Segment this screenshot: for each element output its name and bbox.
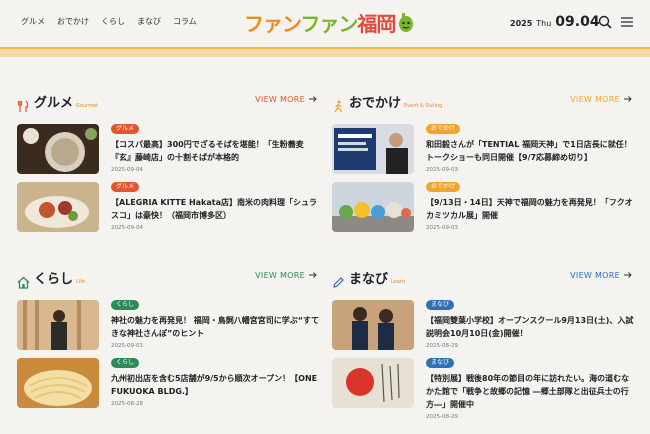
- category-badge[interactable]: くらし: [111, 358, 140, 368]
- nav-item-odekake[interactable]: おでかけ: [57, 16, 89, 27]
- article-card[interactable]: グルメ 【コスパ最高】300円でざるそばを堪能！「生粉蕎麦『玄』藤崎店」の十割そ…: [17, 124, 317, 176]
- section-header: くらし Life VIEW MORE: [17, 268, 317, 289]
- section-header: グルメ Gourmet VIEW MORE: [17, 92, 317, 112]
- article-title[interactable]: 【9/13日・14日】天神で福岡の魅力を再発見！「フクオカミツカル展」開催: [426, 196, 636, 222]
- article-card[interactable]: グルメ 【ALEGRIA KITTE Hakata店】南米の肉料理「シュラスコ」…: [17, 182, 317, 234]
- category-badge[interactable]: まなび: [426, 300, 455, 310]
- article-date: 2025-08-28: [111, 401, 143, 407]
- section-header: おでかけ Event & Outing VIEW MORE: [332, 92, 632, 113]
- view-more-label: VIEW MORE: [255, 95, 305, 104]
- category-badge[interactable]: くらし: [111, 300, 140, 310]
- article-thumbnail[interactable]: [17, 124, 99, 174]
- section-header: まなび Learn VIEW MORE: [332, 268, 632, 288]
- arrow-right-icon: [624, 271, 632, 280]
- article-card[interactable]: おでかけ 和田毅さんが「TENTIAL 福岡天神」で1日店長に就任！ トークショ…: [332, 124, 632, 176]
- walker-icon: [332, 98, 345, 113]
- section-kurashi: くらし Life VIEW MORE くらし 神社の魅力を再発見！ 福岡・鳥飼八…: [17, 268, 319, 418]
- section-title: くらし: [34, 272, 74, 287]
- article-title[interactable]: 【福岡雙葉小学校】オープンスクール9月13日(土)、入試説明会10月10日(金)…: [426, 314, 636, 340]
- nav-item-gourmet[interactable]: グルメ: [21, 16, 45, 27]
- view-more-link[interactable]: VIEW MORE: [255, 271, 317, 280]
- article-date: 2025-09-03: [426, 225, 458, 231]
- date-year: 2025: [510, 19, 533, 28]
- logo-text-part2: ファン: [300, 11, 358, 36]
- view-more-link[interactable]: VIEW MORE: [255, 95, 317, 104]
- article-date: 2025-09-03: [426, 167, 458, 173]
- article-title[interactable]: 【コスパ最高】300円でざるそばを堪能！「生粉蕎麦『玄』藤崎店」の十割そばが本格…: [111, 138, 321, 164]
- article-thumbnail[interactable]: [332, 182, 414, 232]
- fork-knife-icon: [17, 98, 30, 112]
- article-title[interactable]: 和田毅さんが「TENTIAL 福岡天神」で1日店長に就任！ トークショーも同日開…: [426, 138, 636, 164]
- article-thumbnail[interactable]: [332, 300, 414, 350]
- article-thumbnail[interactable]: [17, 300, 99, 350]
- category-badge[interactable]: グルメ: [111, 182, 140, 192]
- current-date: 2025 Thu 09.04: [510, 14, 600, 30]
- article-thumbnail[interactable]: [17, 358, 99, 408]
- search-icon[interactable]: [598, 14, 612, 29]
- nav-item-column[interactable]: コラム: [173, 16, 197, 27]
- view-more-label: VIEW MORE: [570, 271, 620, 280]
- mascot-icon: [397, 11, 415, 33]
- article-thumbnail[interactable]: [332, 358, 414, 408]
- article-title[interactable]: 神社の魅力を再発見！ 福岡・鳥飼八幡宮宮司に学ぶ“すてきな神社さんぽ”のヒント: [111, 314, 321, 340]
- section-subtitle: Learn: [391, 279, 405, 285]
- article-card[interactable]: おでかけ 【9/13日・14日】天神で福岡の魅力を再発見！「フクオカミツカル展」…: [332, 182, 633, 234]
- view-more-label: VIEW MORE: [570, 95, 620, 104]
- category-badge[interactable]: おでかけ: [426, 124, 461, 134]
- section-subtitle: Life: [76, 279, 86, 285]
- date-weekday: Thu: [536, 19, 552, 28]
- section-gourmet: グルメ Gourmet VIEW MORE グルメ 【コスパ最高】300円でざる…: [17, 92, 317, 242]
- article-date: 2025-08-29: [426, 343, 458, 349]
- article-thumbnail[interactable]: [17, 182, 99, 232]
- site-logo[interactable]: ファンファン福岡: [244, 8, 415, 36]
- arrow-right-icon: [624, 95, 632, 104]
- view-more-link[interactable]: VIEW MORE: [570, 271, 632, 280]
- section-subtitle: Gourmet: [76, 103, 98, 109]
- article-date: 2025-09-04: [111, 167, 143, 173]
- site-header: グルメ おでかけ くらし まなび コラム ファンファン福岡 2025 Thu 0…: [0, 0, 650, 48]
- section-manabi: まなび Learn VIEW MORE まなび 【福岡雙葉小学校】オープンスクー…: [332, 268, 633, 420]
- article-title[interactable]: 【ALEGRIA KITTE Hakata店】南米の肉料理「シュラスコ」は豪快！…: [111, 196, 321, 222]
- nav-item-kurashi[interactable]: くらし: [101, 16, 125, 27]
- logo-text-part3: 福岡: [357, 11, 396, 36]
- article-date: 2025-08-29: [426, 414, 458, 420]
- article-thumbnail[interactable]: [332, 124, 414, 174]
- category-badge[interactable]: グルメ: [111, 124, 140, 134]
- article-card[interactable]: まなび 【福岡雙葉小学校】オープンスクール9月13日(土)、入試説明会10月10…: [332, 300, 633, 352]
- article-date: 2025-09-03: [111, 343, 143, 349]
- article-title[interactable]: 九州初出店を含む5店舗が9/5から順次オープン！【ONE FUKUOKA BLD…: [111, 372, 321, 398]
- article-title[interactable]: 【特別展】戦後80年の節目の年に訪れたい。海の道むなかた館で「戦争と故郷の記憶 …: [426, 372, 636, 411]
- section-title: グルメ: [34, 96, 74, 111]
- article-card[interactable]: まなび 【特別展】戦後80年の節目の年に訪れたい。海の道むなかた館で「戦争と故郷…: [332, 358, 632, 420]
- article-card[interactable]: くらし 神社の魅力を再発見！ 福岡・鳥飼八幡宮宮司に学ぶ“すてきな神社さんぽ”の…: [17, 300, 319, 352]
- section-title: まなび: [349, 272, 389, 287]
- global-nav: グルメ おでかけ くらし まなび コラム: [21, 16, 197, 27]
- house-icon: [17, 274, 30, 289]
- nav-item-manabi[interactable]: まなび: [137, 16, 161, 27]
- section-title: おでかけ: [349, 96, 402, 111]
- view-more-label: VIEW MORE: [255, 271, 305, 280]
- view-more-link[interactable]: VIEW MORE: [570, 95, 632, 104]
- article-card[interactable]: くらし 九州初出店を含む5店舗が9/5から順次オープン！【ONE FUKUOKA…: [17, 358, 317, 410]
- date-monthday: 09.04: [555, 14, 600, 30]
- menu-icon[interactable]: [620, 14, 634, 28]
- logo-text-part1: ファン: [244, 11, 301, 36]
- article-date: 2025-09-04: [111, 225, 143, 231]
- section-subtitle: Event & Outing: [404, 103, 443, 109]
- pencil-icon: [332, 274, 345, 288]
- arrow-right-icon: [309, 95, 317, 104]
- category-badge[interactable]: まなび: [426, 358, 455, 368]
- arrow-right-icon: [309, 271, 317, 280]
- header-divider: [0, 47, 650, 57]
- section-odekake: おでかけ Event & Outing VIEW MORE おでかけ 和田毅さん…: [332, 92, 633, 242]
- category-badge[interactable]: おでかけ: [426, 182, 461, 192]
